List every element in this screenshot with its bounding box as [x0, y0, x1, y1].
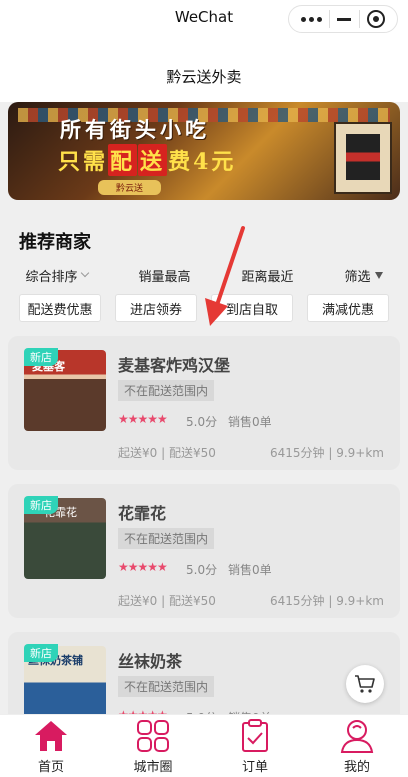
- delivery-range-status: 不在配送范围内: [118, 528, 215, 549]
- sort-bar: 综合排序 销量最高 距离最近 筛选: [0, 262, 408, 288]
- filter-button[interactable]: 筛选: [344, 266, 383, 285]
- tab-label: 城市圈: [133, 760, 173, 775]
- section-title: 推荐商家: [19, 232, 91, 253]
- chip-store-coupon[interactable]: 进店领券: [115, 294, 197, 322]
- city-circle-icon: [137, 720, 169, 752]
- banner-brand-tag: 黔云送: [98, 180, 162, 195]
- tab-label: 我的: [343, 760, 370, 775]
- banner-char: 送: [138, 144, 168, 176]
- banner-char: 只: [58, 149, 84, 175]
- sort-label: 距离最近: [241, 269, 294, 285]
- shop-card[interactable]: 新店 花霏花 花霏花 不在配送范围内 ★★★★★ 5.0分 销售0单 起送¥0 …: [8, 484, 400, 618]
- navigation-bar: 黔云送外卖: [0, 36, 408, 102]
- sort-label: 销量最高: [138, 269, 191, 285]
- capsule-divider: [358, 10, 360, 28]
- sort-comprehensive[interactable]: 综合排序: [25, 266, 89, 285]
- sales-count: 销售0单: [228, 415, 272, 429]
- shop-name: 麦基客炸鸡汉堡: [118, 356, 231, 375]
- delivery-range-status: 不在配送范围内: [118, 380, 215, 401]
- banner-char: 4: [193, 149, 212, 175]
- mini-program-capsule: [288, 5, 398, 33]
- delivery-eta: 6415分钟 | 9.9+km: [270, 446, 384, 460]
- banner-char: 配: [108, 144, 138, 176]
- rating-score: 5.0分: [186, 415, 218, 429]
- more-icon[interactable]: [300, 16, 322, 22]
- banner-char: 费: [168, 149, 194, 175]
- tab-profile[interactable]: 我的: [306, 715, 408, 777]
- tab-home[interactable]: 首页: [0, 715, 102, 777]
- banner-subheadline: 只需配送费4元: [58, 144, 236, 176]
- shop-card[interactable]: 新店 麦基客 麦基客炸鸡汉堡 不在配送范围内 ★★★★★ 5.0分 销售0单 起…: [8, 336, 400, 470]
- new-store-badge: 新店: [24, 496, 58, 514]
- delivery-eta: 6415分钟 | 9.9+km: [270, 594, 384, 608]
- delivery-fee: 起送¥0 | 配送¥50: [118, 446, 216, 460]
- promo-banner[interactable]: 所有街头小吃 只需配送费4元 黔云送: [8, 102, 400, 200]
- filter-icon: [374, 271, 383, 279]
- home-icon: [35, 721, 67, 751]
- minimize-icon[interactable]: [337, 17, 352, 21]
- chip-full-reduction[interactable]: 满减优惠: [307, 294, 389, 322]
- tab-orders[interactable]: 订单: [204, 715, 306, 777]
- new-store-badge: 新店: [24, 348, 58, 366]
- sort-sales[interactable]: 销量最高: [138, 266, 190, 285]
- shop-name: 丝袜奶茶: [118, 652, 183, 671]
- sort-label: 筛选: [344, 269, 371, 285]
- rating-stars: ★★★★★: [118, 560, 168, 574]
- bottom-tab-bar: 首页 城市圈 订单 我的: [0, 714, 408, 777]
- banner-poster-image: [334, 122, 392, 194]
- chip-self-pickup[interactable]: 到店自取: [211, 294, 293, 322]
- shop-name: 花霏花: [118, 504, 167, 523]
- banner-char: 需: [83, 149, 109, 175]
- banner-headline: 所有街头小吃: [60, 117, 210, 142]
- chevron-down-icon: [80, 268, 89, 278]
- filter-chips: 配送费优惠 进店领券 到店自取 满减优惠: [19, 294, 389, 322]
- delivery-fee: 起送¥0 | 配送¥50: [118, 594, 216, 608]
- tab-label: 订单: [241, 760, 268, 775]
- rating-score: 5.0分: [186, 563, 218, 577]
- sort-label: 综合排序: [25, 269, 78, 285]
- close-mini-program-icon[interactable]: [367, 10, 386, 28]
- order-icon: [242, 719, 268, 752]
- delivery-range-status: 不在配送范围内: [118, 676, 215, 697]
- cart-icon: [355, 675, 375, 693]
- chip-delivery-discount[interactable]: 配送费优惠: [19, 294, 101, 322]
- new-store-badge: 新店: [24, 644, 58, 662]
- rating-stars: ★★★★★: [118, 412, 168, 426]
- status-bar: WeChat: [0, 0, 408, 36]
- capsule-divider: [329, 10, 331, 28]
- tab-city-circle[interactable]: 城市圈: [102, 715, 204, 777]
- profile-icon: [340, 720, 374, 753]
- tab-label: 首页: [37, 760, 64, 775]
- sort-distance[interactable]: 距离最近: [241, 266, 293, 285]
- cart-button[interactable]: [346, 665, 384, 703]
- page-title: 黔云送外卖: [166, 68, 242, 86]
- banner-char: 元: [211, 149, 237, 175]
- sales-count: 销售0单: [228, 563, 272, 577]
